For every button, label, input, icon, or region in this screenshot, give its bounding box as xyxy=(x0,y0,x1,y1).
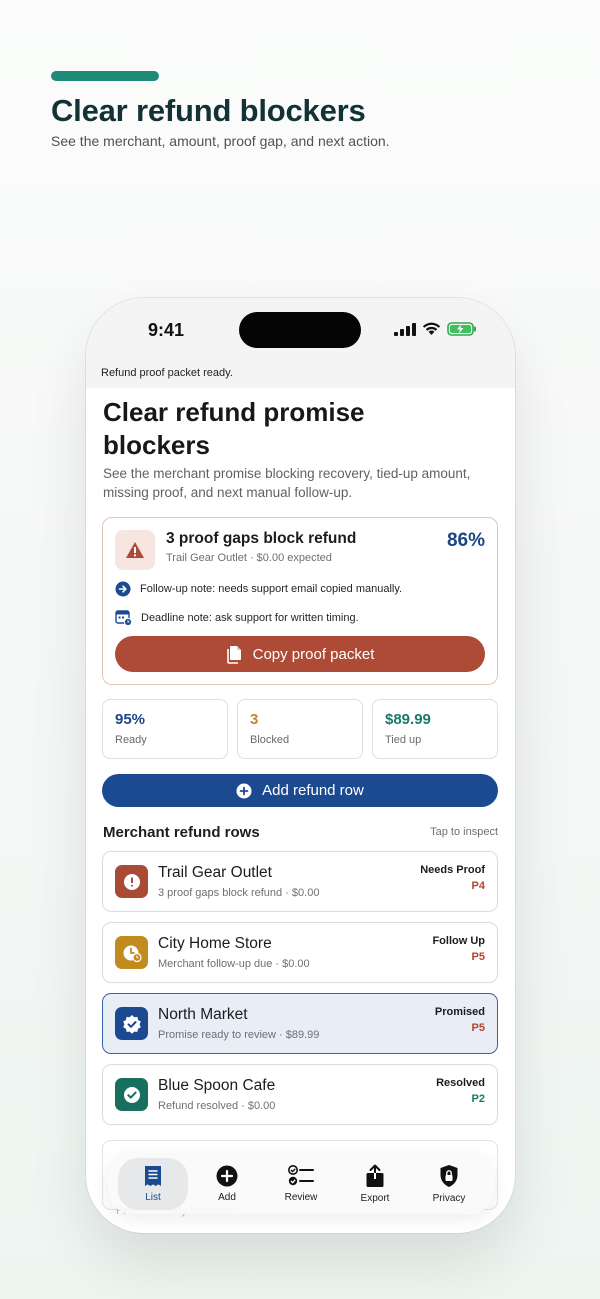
tab-export-label: Export xyxy=(360,1193,390,1204)
refund-row-city-home-store[interactable]: City Home Store Merchant follow-up due ·… xyxy=(102,922,498,983)
copy-document-icon xyxy=(226,645,241,664)
dynamic-island xyxy=(239,312,361,348)
stat-value: $89.99 xyxy=(385,711,431,728)
refund-row-blue-spoon-cafe[interactable]: Blue Spoon Cafe Refund resolved · $0.00 … xyxy=(102,1064,498,1125)
hero-subtitle: See the merchant, amount, proof gap, and… xyxy=(51,133,390,149)
row-summary: Refund resolved · $0.00 xyxy=(158,1100,276,1112)
row-merchant-name: Trail Gear Outlet xyxy=(158,864,272,881)
add-refund-row-button[interactable]: Add refund row xyxy=(102,774,498,807)
tab-privacy[interactable]: Privacy xyxy=(414,1158,484,1210)
hero-title: Clear refund blockers xyxy=(51,93,366,128)
plus-circle-icon xyxy=(236,783,252,798)
section-title: Merchant refund rows xyxy=(103,824,260,841)
calendar-clock-icon xyxy=(115,610,132,626)
checklist-icon xyxy=(288,1165,314,1186)
tab-add-label: Add xyxy=(218,1192,236,1203)
toast-message: Refund proof packet ready. xyxy=(101,367,233,379)
tab-privacy-label: Privacy xyxy=(432,1193,466,1204)
row-status: Promised xyxy=(434,1006,485,1018)
status-time: 9:41 xyxy=(148,320,185,340)
row-status: Needs Proof xyxy=(420,864,485,876)
blocker-alert-card[interactable]: 3 proof gaps block refund Trail Gear Out… xyxy=(102,517,498,685)
row-merchant-name: City Home Store xyxy=(158,935,272,952)
add-refund-row-label: Add refund row xyxy=(262,782,364,799)
row-status: Resolved xyxy=(436,1077,485,1089)
row-status: Follow Up xyxy=(432,935,485,947)
tab-list-label: List xyxy=(145,1192,161,1203)
tab-add[interactable]: Add xyxy=(192,1158,262,1210)
page-description: See the merchant promise blocking recove… xyxy=(103,466,471,500)
stat-blocked: 3 Blocked xyxy=(237,699,363,759)
check-circle-icon xyxy=(115,1078,148,1111)
warning-icon xyxy=(115,530,155,570)
alert-subtitle: Trail Gear Outlet · $0.00 expected xyxy=(166,552,332,564)
row-summary: Promise ready to review · $89.99 xyxy=(158,1029,320,1041)
row-priority: P5 xyxy=(471,1022,485,1034)
accent-bar xyxy=(51,71,159,81)
verified-badge-icon xyxy=(115,1007,148,1040)
tab-review-label: Review xyxy=(284,1192,318,1203)
row-priority: P5 xyxy=(471,951,485,963)
page-title: Clear refund promise blockers xyxy=(103,397,365,460)
tab-export[interactable]: Export xyxy=(340,1158,410,1210)
row-priority: P2 xyxy=(471,1093,485,1105)
arrow-right-circle-icon xyxy=(115,581,131,597)
wifi-icon xyxy=(422,322,441,335)
alert-percent: 86% xyxy=(446,530,485,551)
row-merchant-name: Blue Spoon Cafe xyxy=(158,1077,276,1094)
main-content: Clear refund promise blockers See the me… xyxy=(86,388,515,1233)
refund-row-north-market[interactable]: North Market Promise ready to review · $… xyxy=(102,993,498,1054)
stat-tied-up: $89.99 Tied up xyxy=(372,699,498,759)
deadline-note: Deadline note: ask support for written t… xyxy=(115,609,359,626)
stats-row: 95% Ready 3 Blocked $89.99 Tied up xyxy=(102,699,498,759)
alert-title: 3 proof gaps block refund xyxy=(166,530,357,547)
stat-label: Ready xyxy=(115,734,147,746)
share-icon xyxy=(366,1164,384,1187)
row-priority: P4 xyxy=(471,880,485,892)
refund-row-trail-gear-outlet[interactable]: Trail Gear Outlet 3 proof gaps block ref… xyxy=(102,851,498,912)
status-icons xyxy=(394,322,477,336)
section-hint: Tap to inspect xyxy=(430,826,498,838)
lock-shield-icon xyxy=(440,1165,458,1187)
tab-bar: List Add Review Export Privacy xyxy=(108,1154,494,1214)
signal-icon xyxy=(394,322,416,336)
status-bar: 9:41 Refund proof packet ready. xyxy=(86,298,515,388)
tab-review[interactable]: Review xyxy=(266,1158,336,1210)
stat-label: Tied up xyxy=(385,734,422,746)
copy-proof-packet-label: Copy proof packet xyxy=(252,645,375,663)
plus-circle-icon xyxy=(216,1165,238,1187)
deadline-note-text: Deadline note: ask support for written t… xyxy=(141,611,359,624)
battery-charging-icon xyxy=(447,322,476,336)
stat-value: 3 xyxy=(250,711,259,728)
stat-value: 95% xyxy=(115,711,146,728)
row-merchant-name: North Market xyxy=(158,1006,248,1023)
phone-frame: 9:41 Refund proof packet ready. Clear re… xyxy=(86,298,515,1233)
tab-list[interactable]: List xyxy=(118,1158,188,1210)
row-summary: 3 proof gaps block refund · $0.00 xyxy=(158,887,320,899)
stat-ready: 95% Ready xyxy=(102,699,228,759)
follow-up-note-text: Follow-up note: needs support email copi… xyxy=(140,583,403,595)
list-icon xyxy=(145,1166,161,1186)
clock-icon xyxy=(115,936,148,969)
alert-circle-icon xyxy=(115,865,148,898)
stat-label: Blocked xyxy=(250,734,290,746)
row-summary: Merchant follow-up due · $0.00 xyxy=(158,958,310,970)
follow-up-note: Follow-up note: needs support email copi… xyxy=(115,581,402,597)
copy-proof-packet-button[interactable]: Copy proof packet xyxy=(115,636,485,672)
